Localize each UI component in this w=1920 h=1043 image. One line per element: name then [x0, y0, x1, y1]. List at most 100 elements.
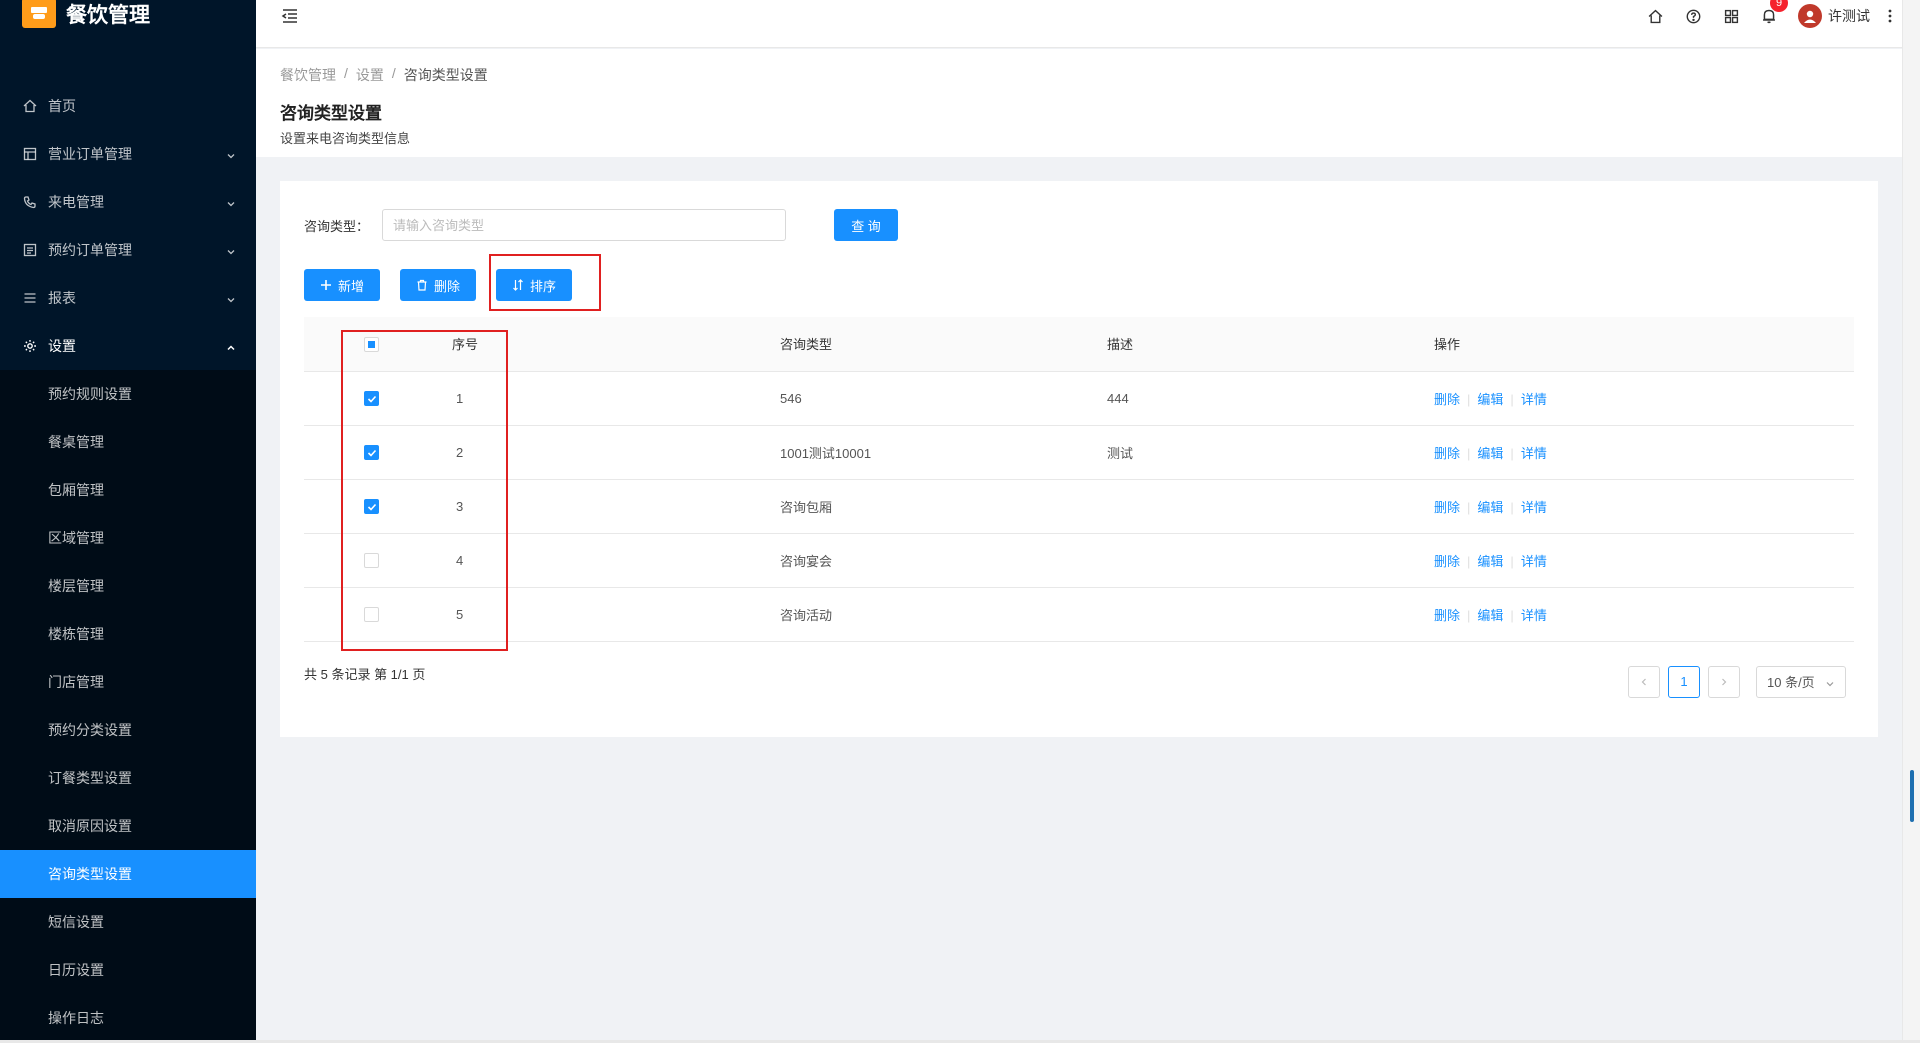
sidebar-item-calls[interactable]: 来电管理 — [0, 178, 256, 226]
chevron-down-icon — [226, 292, 236, 308]
sidebar-subitem[interactable]: 楼层管理 — [0, 562, 256, 610]
row-detail-link[interactable]: 详情 — [1521, 608, 1547, 623]
check-icon — [367, 395, 376, 403]
help-icon[interactable] — [1674, 0, 1712, 32]
breadcrumb-item[interactable]: 餐饮管理 — [280, 65, 336, 85]
top-header: 9 许测试 — [256, 0, 1902, 48]
cell-ops: 删除 | 编辑 | 详情 — [1434, 479, 1854, 534]
prev-page-button[interactable] — [1628, 665, 1660, 698]
row-detail-link[interactable]: 详情 — [1521, 554, 1547, 569]
app-title: 餐饮管理 — [66, 4, 150, 27]
sidebar-item-label: 设置 — [48, 338, 76, 354]
sidebar-item-reservations[interactable]: 预约订单管理 — [0, 226, 256, 274]
row-delete-link[interactable]: 删除 — [1434, 392, 1460, 407]
settings-submenu: 预约规则设置 餐桌管理 包厢管理 区域管理 楼层管理 楼栋管理 门店管理 预约分… — [0, 370, 256, 1042]
header-seq: 序号 — [452, 317, 780, 372]
trash-icon — [417, 279, 427, 291]
sidebar-subitem[interactable]: 预约规则设置 — [0, 370, 256, 418]
sort-button[interactable]: 排序 — [496, 269, 573, 301]
username: 许测试 — [1828, 8, 1870, 24]
chevron-down-icon — [226, 196, 236, 212]
row-checkbox[interactable] — [364, 607, 379, 623]
sidebar-item-orders[interactable]: 营业订单管理 — [0, 130, 256, 178]
add-button[interactable]: 新增 — [304, 269, 381, 301]
table-header-row: 序号 咨询类型 描述 操作 — [304, 317, 1854, 372]
row-delete-link[interactable]: 删除 — [1434, 500, 1460, 515]
delete-button[interactable]: 删除 — [400, 269, 477, 301]
scrollbar-thumb[interactable] — [1910, 770, 1914, 822]
row-checkbox[interactable] — [364, 553, 379, 569]
more-vertical-icon[interactable] — [1878, 8, 1902, 24]
sidebar-subitem[interactable]: 取消原因设置 — [0, 802, 256, 850]
consult-type-table: 序号 咨询类型 描述 操作 1 546 444 删除 | 编辑 | 详情 2 1001测试1000… — [304, 317, 1854, 642]
list-icon — [22, 242, 38, 258]
header-ops: 操作 — [1434, 317, 1854, 372]
menu-fold-icon[interactable] — [280, 6, 300, 29]
breadcrumb-item[interactable]: 设置 — [356, 65, 384, 85]
row-checkbox[interactable] — [364, 445, 379, 461]
row-checkbox[interactable] — [364, 391, 379, 407]
plus-icon — [321, 280, 331, 290]
chevron-down-icon — [1826, 681, 1834, 686]
select-all-checkbox[interactable] — [364, 336, 379, 352]
page-size-select[interactable]: 10 条/页 — [1756, 665, 1846, 698]
sidebar-subitem[interactable]: 日历设置 — [0, 946, 256, 994]
sidebar-subitem[interactable]: 门店管理 — [0, 658, 256, 706]
page-button-current[interactable]: 1 — [1668, 665, 1700, 698]
cell-ops: 删除 | 编辑 | 详情 — [1434, 425, 1854, 480]
sidebar-subitem[interactable]: 餐桌管理 — [0, 418, 256, 466]
table-row: 4 咨询宴会 删除 | 编辑 | 详情 — [304, 533, 1854, 588]
sidebar-item-home[interactable]: 首页 — [0, 82, 256, 130]
next-page-button[interactable] — [1708, 665, 1740, 698]
row-delete-link[interactable]: 删除 — [1434, 608, 1460, 623]
sidebar-subitem[interactable]: 操作日志 — [0, 994, 256, 1042]
cell-seq: 3 — [452, 479, 780, 534]
sidebar-item-reports[interactable]: 报表 — [0, 274, 256, 322]
sidebar-subitem[interactable]: 区域管理 — [0, 514, 256, 562]
row-edit-link[interactable]: 编辑 — [1477, 446, 1503, 461]
search-form: 咨询类型： 查 询 — [304, 209, 1854, 241]
cell-desc — [1107, 533, 1434, 588]
menu-icon — [22, 290, 38, 306]
row-detail-link[interactable]: 详情 — [1521, 392, 1547, 407]
sidebar-subitem[interactable]: 预约分类设置 — [0, 706, 256, 754]
sidebar-item-label: 首页 — [48, 98, 76, 114]
sidebar-item-settings[interactable]: 设置 — [0, 322, 256, 370]
row-checkbox[interactable] — [364, 499, 379, 515]
chevron-down-icon — [226, 244, 236, 260]
sidebar-subitem[interactable]: 订餐类型设置 — [0, 754, 256, 802]
sidebar-item-label: 来电管理 — [48, 194, 104, 210]
bell-icon[interactable]: 9 — [1750, 0, 1788, 32]
sidebar-subitem[interactable]: 楼栋管理 — [0, 610, 256, 658]
row-delete-link[interactable]: 删除 — [1434, 446, 1460, 461]
table-row: 1 546 444 删除 | 编辑 | 详情 — [304, 371, 1854, 426]
row-detail-link[interactable]: 详情 — [1521, 446, 1547, 461]
sidebar-subitem-active[interactable]: 咨询类型设置 — [0, 850, 256, 898]
row-edit-link[interactable]: 编辑 — [1477, 392, 1503, 407]
gear-icon — [22, 338, 38, 354]
cell-type: 咨询活动 — [780, 587, 1107, 642]
search-input[interactable] — [382, 209, 786, 241]
sidebar-subitem[interactable]: 短信设置 — [0, 898, 256, 946]
row-detail-link[interactable]: 详情 — [1521, 500, 1547, 515]
home-icon[interactable] — [1636, 0, 1674, 32]
sidebar-subitem[interactable]: 包厢管理 — [0, 466, 256, 514]
vertical-scrollbar[interactable] — [1902, 0, 1920, 1040]
row-edit-link[interactable]: 编辑 — [1477, 500, 1503, 515]
row-edit-link[interactable]: 编辑 — [1477, 554, 1503, 569]
page-header: 餐饮管理 / 设置 / 咨询类型设置 咨询类型设置 设置来电咨询类型信息 — [256, 49, 1902, 157]
header-type: 咨询类型 — [780, 317, 1107, 372]
cell-type: 咨询包厢 — [780, 479, 1107, 534]
cell-type: 546 — [780, 371, 1107, 426]
check-icon — [367, 449, 376, 457]
table-row: 2 1001测试10001 测试 删除 | 编辑 | 详情 — [304, 425, 1854, 480]
row-edit-link[interactable]: 编辑 — [1477, 608, 1503, 623]
query-button[interactable]: 查 询 — [834, 209, 898, 241]
pagination: 1 10 条/页 — [1620, 665, 1846, 698]
cell-desc: 测试 — [1107, 425, 1434, 480]
user-menu[interactable]: 许测试 — [1798, 4, 1870, 28]
cell-seq: 5 — [452, 587, 780, 642]
row-delete-link[interactable]: 删除 — [1434, 554, 1460, 569]
apps-icon[interactable] — [1712, 0, 1750, 32]
cell-desc: 444 — [1107, 371, 1434, 426]
